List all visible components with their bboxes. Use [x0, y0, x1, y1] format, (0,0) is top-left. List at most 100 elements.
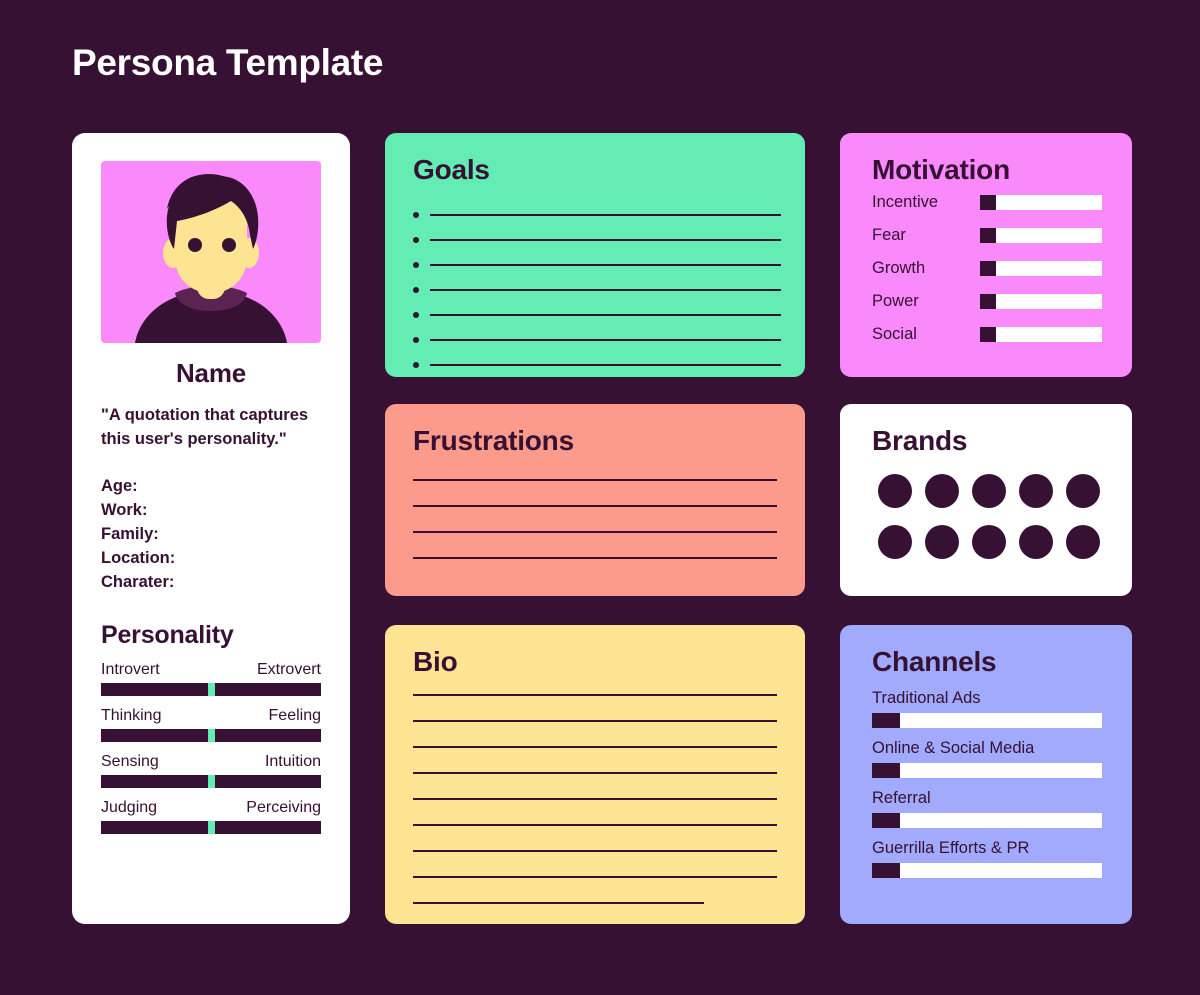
channel-meter[interactable] [872, 713, 1102, 728]
write-in-rule[interactable] [413, 479, 777, 481]
channels-title: Channels [872, 646, 997, 677]
write-in-rule[interactable] [413, 824, 777, 826]
brand-logo-placeholder[interactable] [971, 525, 1006, 559]
channel-row: Referral [872, 789, 1102, 828]
motivation-label: Growth [872, 259, 926, 277]
motivation-row: Incentive [872, 186, 1102, 219]
write-in-rule[interactable] [413, 557, 777, 559]
brand-logo-placeholder[interactable] [925, 525, 960, 559]
motivation-meter[interactable] [980, 195, 1102, 210]
channel-row: Online & Social Media [872, 739, 1102, 778]
write-in-rule[interactable] [413, 694, 777, 696]
bio-title: Bio [413, 646, 458, 677]
motivation-meter-fill [980, 195, 996, 210]
channel-row: Traditional Ads [872, 689, 1102, 728]
bullet-dot-icon [413, 361, 419, 368]
brand-logo-placeholder[interactable] [1065, 525, 1100, 559]
bio-card: Bio [385, 625, 805, 924]
write-in-rule[interactable] [413, 772, 777, 774]
write-in-rule[interactable] [413, 876, 777, 878]
goal-line[interactable] [413, 327, 781, 352]
goals-card: Goals [385, 133, 805, 377]
write-in-rule[interactable] [413, 746, 777, 748]
trait-marker[interactable] [208, 682, 215, 696]
channel-meter[interactable] [872, 763, 1102, 778]
trait-slider[interactable] [101, 682, 321, 696]
persona-field-work: Work: [101, 501, 148, 520]
bullet-dot-icon [413, 311, 419, 318]
motivation-row: Power [872, 285, 1102, 318]
persona-field-location: Location: [101, 548, 176, 567]
motivation-meter-fill [980, 327, 996, 342]
channel-meter[interactable] [872, 813, 1102, 828]
persona-field-age: Age: [101, 477, 138, 496]
write-in-rule[interactable] [430, 313, 781, 316]
write-in-rule[interactable] [430, 238, 781, 241]
trait-marker[interactable] [208, 820, 215, 834]
channel-meter-fill [872, 863, 900, 878]
trait-slider[interactable] [101, 774, 321, 788]
channel-meter[interactable] [872, 863, 1102, 878]
motivation-card: Motivation Incentive Fear Growth Power Socia… [840, 133, 1132, 377]
write-in-rule[interactable] [413, 720, 777, 722]
motivation-label: Fear [872, 226, 906, 244]
personality-title: Personality [101, 620, 234, 649]
channel-meter-fill [872, 763, 900, 778]
write-in-rule[interactable] [413, 505, 777, 507]
motivation-row: Fear [872, 219, 1102, 252]
trait-slider[interactable] [101, 728, 321, 742]
brands-card: Brands [840, 404, 1132, 596]
goal-line[interactable] [413, 277, 781, 302]
channel-meter-fill [872, 813, 900, 828]
motivation-meter[interactable] [980, 261, 1102, 276]
motivation-meter[interactable] [980, 327, 1102, 342]
goal-line[interactable] [413, 352, 781, 377]
write-in-rule[interactable] [413, 531, 777, 533]
write-in-rule[interactable] [430, 288, 781, 291]
write-in-rule[interactable] [430, 338, 781, 341]
goal-line[interactable] [413, 227, 781, 252]
brands-grid[interactable] [872, 474, 1106, 559]
motivation-meter-fill [980, 294, 996, 309]
motivation-row: Growth [872, 252, 1102, 285]
write-in-rule[interactable] [413, 850, 777, 852]
write-in-rule[interactable] [413, 902, 705, 904]
write-in-rule[interactable] [413, 798, 777, 800]
bullet-dot-icon [413, 286, 419, 293]
trait-slider[interactable] [101, 820, 321, 834]
trait-marker[interactable] [208, 774, 215, 788]
write-in-rule[interactable] [430, 363, 781, 366]
trait-marker[interactable] [208, 728, 215, 742]
brand-logo-placeholder[interactable] [1018, 474, 1053, 508]
goals-lines[interactable] [413, 202, 781, 377]
bullet-dot-icon [413, 336, 419, 343]
brand-logo-placeholder[interactable] [1018, 525, 1053, 559]
persona-template-page: Persona Template Name "A quotation that … [0, 0, 1200, 995]
brand-logo-placeholder[interactable] [925, 474, 960, 508]
channel-meter-fill [872, 713, 900, 728]
goal-line[interactable] [413, 252, 781, 277]
trait-sensing-intuition: Sensing Intuition [101, 753, 321, 788]
write-in-rule[interactable] [430, 263, 781, 266]
frustrations-title: Frustrations [413, 425, 574, 456]
brand-logo-placeholder[interactable] [1065, 474, 1100, 508]
goal-line[interactable] [413, 202, 781, 227]
trait-labels: Sensing Intuition [101, 753, 321, 771]
trait-labels: Judging Perceiving [101, 799, 321, 817]
motivation-meter[interactable] [980, 228, 1102, 243]
persona-quote: "A quotation that captures this user's p… [101, 406, 309, 449]
write-in-rule[interactable] [430, 213, 781, 216]
bio-lines[interactable] [413, 694, 777, 904]
frustrations-lines[interactable] [413, 479, 777, 559]
channel-label: Referral [872, 789, 931, 807]
brand-logo-placeholder[interactable] [971, 474, 1006, 508]
motivation-label: Social [872, 325, 917, 343]
brand-logo-placeholder[interactable] [878, 525, 913, 559]
goal-line[interactable] [413, 302, 781, 327]
page-title: Persona Template [72, 42, 384, 83]
motivation-meter[interactable] [980, 294, 1102, 309]
bullet-dot-icon [413, 236, 419, 243]
brand-logo-placeholder[interactable] [878, 474, 913, 508]
brands-title: Brands [872, 425, 968, 456]
motivation-meter-fill [980, 261, 996, 276]
